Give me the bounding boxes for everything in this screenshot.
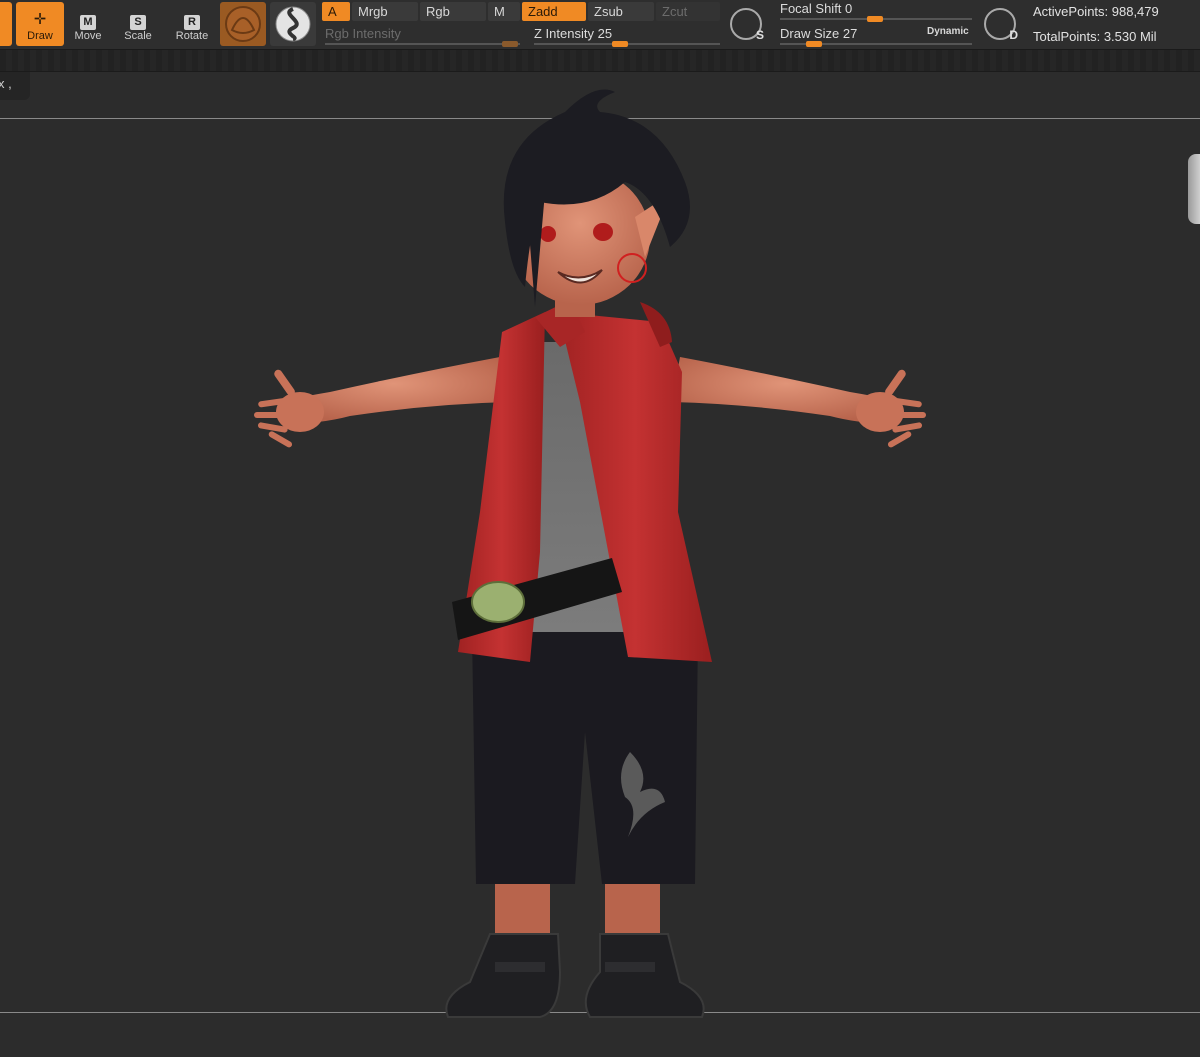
- rotate-label: Rotate: [175, 30, 209, 42]
- s-toggle-letter: S: [755, 28, 764, 42]
- scale-label: Scale: [124, 30, 152, 42]
- active-points-readout: ActivePoints: 988,479: [1033, 4, 1159, 19]
- left-boot-strap: [495, 962, 545, 972]
- z-intensity-text: Z Intensity: [534, 26, 594, 41]
- dynamic-toggle[interactable]: Dynamic: [927, 26, 969, 37]
- edge-model-preview: [1188, 154, 1200, 224]
- d-toggle-letter: D: [1009, 28, 1018, 42]
- zcut-button[interactable]: Zcut: [656, 2, 720, 21]
- brush-selector-button[interactable]: [220, 2, 266, 46]
- a-button[interactable]: A: [322, 2, 350, 21]
- scale-key-icon: S: [130, 15, 146, 30]
- scale-button[interactable]: S Scale: [114, 2, 162, 46]
- z-intensity-value: 25: [597, 26, 613, 41]
- top-toolbar: ✛ Draw M Move S Scale R Rotate A Mrgb Rg…: [0, 0, 1200, 50]
- canvas-tooltip: x ,: [0, 72, 30, 100]
- z-intensity-label: Z Intensity 25: [534, 26, 612, 41]
- rgb-button[interactable]: Rgb: [420, 2, 486, 21]
- mrgb-button[interactable]: Mrgb: [352, 2, 418, 21]
- draw-size-value: 27: [842, 26, 858, 41]
- z-intensity-knob[interactable]: [612, 41, 628, 47]
- m-button[interactable]: M: [488, 2, 520, 21]
- focal-shift-text: Focal Shift: [780, 1, 842, 16]
- rotate-key-icon: R: [184, 15, 200, 30]
- left-boot: [445, 933, 562, 1018]
- viewport-canvas[interactable]: x ,: [0, 72, 1200, 1057]
- brush-orb-icon: [225, 6, 261, 42]
- draw-size-text: Draw Size: [780, 26, 840, 41]
- focal-shift-value: 0: [845, 1, 853, 16]
- zadd-button[interactable]: Zadd: [522, 2, 586, 21]
- move-key-icon: M: [80, 15, 96, 30]
- stroke-swirl-icon: [275, 6, 311, 42]
- shorts: [472, 632, 698, 884]
- zsub-button[interactable]: Zsub: [588, 2, 654, 21]
- rgb-intensity-slider[interactable]: [325, 43, 520, 45]
- toolbar-divider-strip: [0, 50, 1200, 72]
- rgb-intensity-label: Rgb Intensity: [325, 26, 401, 41]
- left-eye: [540, 226, 556, 242]
- draw-label: Draw: [27, 30, 53, 42]
- focal-shift-knob[interactable]: [867, 16, 883, 22]
- s-brush-toggle[interactable]: S: [730, 8, 764, 42]
- draw-size-label: Draw Size 27: [780, 26, 857, 41]
- edge-tool-button[interactable]: [0, 2, 12, 46]
- right-hand: [856, 369, 926, 448]
- right-eye: [593, 223, 613, 241]
- move-button[interactable]: M Move: [64, 2, 112, 46]
- total-points-readout: TotalPoints: 3.530 Mil: [1033, 29, 1157, 44]
- draw-crosshair-icon: ✛: [33, 11, 47, 28]
- rgb-intensity-knob[interactable]: [502, 41, 518, 47]
- right-boot: [584, 933, 705, 1018]
- stroke-selector-button[interactable]: [270, 2, 316, 46]
- focal-shift-label: Focal Shift 0: [780, 1, 852, 16]
- draw-size-knob[interactable]: [806, 41, 822, 47]
- move-label: Move: [74, 30, 102, 42]
- draw-button[interactable]: ✛ Draw: [16, 2, 64, 46]
- right-boot-strap: [605, 962, 655, 972]
- d-brush-toggle[interactable]: D: [984, 8, 1018, 42]
- character-sculpt[interactable]: [240, 72, 960, 1032]
- rotate-button[interactable]: R Rotate: [168, 2, 216, 46]
- belt-buckle: [471, 581, 525, 623]
- left-hand: [254, 369, 324, 448]
